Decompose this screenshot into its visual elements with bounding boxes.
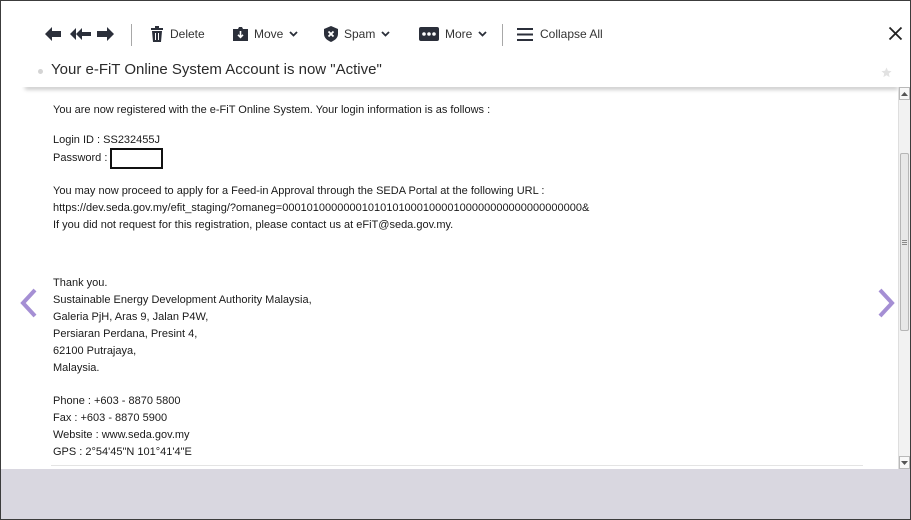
fax-text: Fax : +603 - 8870 5900 [53,412,168,424]
reader-header: Delete Move Spam More Collapse All Your … [1,1,910,87]
signature-line: 62100 Putrajaya, [53,345,137,357]
close-icon [888,26,903,41]
collapse-all-label: Collapse All [540,27,603,41]
message-toolbar: Delete Move Spam More Collapse All [1,1,910,57]
password-row: Password : [53,147,164,169]
instructions-block: You may now proceed to apply for a Feed-… [53,183,589,234]
forward-button[interactable] [97,23,114,45]
unread-dot [38,69,43,74]
signature-line: Malaysia. [53,362,100,374]
shield-icon [324,26,338,42]
phone-text: Phone : +603 - 8870 5800 [53,395,181,407]
more-label: More [445,27,473,41]
proceed-text: You may now proceed to apply for a Feed-… [53,185,545,197]
message-subject: Your e-FiT Online System Account is now … [51,61,382,78]
signature-line: Sustainable Energy Development Authority… [53,294,312,306]
spam-label: Spam [344,27,376,41]
triangle-down-icon [901,460,908,465]
chevron-down-icon [289,31,298,37]
contact-details-block: Phone : +603 - 8870 5800 Fax : +603 - 88… [53,393,192,461]
star-button[interactable] [881,65,892,78]
toolbar-divider [502,24,503,46]
signature-line: Persiaran Perdana, Presint 4, [53,328,198,340]
triangle-up-icon [901,91,908,96]
contact-note: If you did not request for this registra… [53,219,454,231]
back-button[interactable] [45,23,61,45]
trash-icon [151,26,163,42]
arrow-left-icon [45,27,61,41]
star-icon [881,67,892,78]
signature-line: Galeria PjH, Aras 9, Jalan P4W, [53,311,209,323]
scrollbar[interactable] [898,87,910,469]
back-all-button[interactable] [70,23,91,45]
scroll-up-button[interactable] [899,87,910,100]
email-reader-window: Delete Move Spam More Collapse All Your … [0,0,911,520]
scroll-down-button[interactable] [899,456,910,469]
next-message-chevron-icon[interactable] [877,288,895,318]
move-folder-icon [233,27,248,41]
move-label: Move [254,27,284,41]
signature-line: Thank you. [53,277,108,289]
move-button[interactable]: Move [233,23,298,45]
website-text: Website : www.seda.gov.my [53,429,190,441]
double-arrow-left-icon [70,28,91,40]
close-button[interactable] [888,26,903,41]
collapse-all-button[interactable]: Collapse All [517,23,603,45]
intro-text: You are now registered with the e-FiT On… [53,104,491,116]
delete-label: Delete [170,27,205,41]
scroll-thumb[interactable] [900,153,909,331]
chevron-down-icon [381,31,390,37]
more-button[interactable]: More [419,23,487,45]
divider-line [51,465,863,466]
gps-text: GPS : 2°54'45"N 101°41'4"E [53,446,192,458]
collapse-lines-icon [517,27,533,41]
toolbar-divider [131,24,132,46]
password-label: Password : [53,152,108,164]
chevron-down-icon [478,31,487,37]
delete-button[interactable]: Delete [151,23,205,45]
grip-lines-icon [902,239,907,245]
arrow-right-icon [97,27,114,41]
signature-block: Thank you. Sustainable Energy Developmen… [53,275,312,377]
spam-button[interactable]: Spam [324,23,390,45]
previous-message-chevron-icon[interactable] [20,288,38,318]
portal-url: https://dev.seda.gov.my/efit_staging/?om… [53,202,590,214]
more-dots-icon [419,27,439,41]
password-value-box [110,147,164,169]
